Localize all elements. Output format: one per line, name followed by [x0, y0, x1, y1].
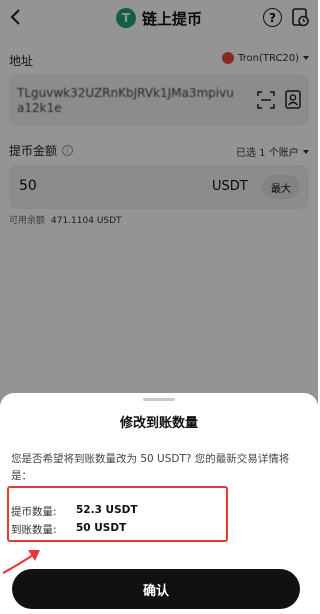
- bottom-sheet: 修改到账数量 您是否希望将到账数量改为 50 USDT? 您的最新交易详情将是：…: [0, 393, 318, 614]
- withdraw-amount-label: 提币数量:: [11, 506, 57, 518]
- received-amount-row: 到账数量: 50 USDT: [11, 522, 126, 537]
- confirm-button[interactable]: 确认: [12, 569, 300, 609]
- withdraw-amount-row: 提币数量: 52.3 USDT: [11, 504, 138, 519]
- drag-handle[interactable]: [143, 398, 175, 401]
- sheet-message: 您是否希望将到账数量改为 50 USDT? 您的最新交易详情将是：: [11, 453, 290, 482]
- received-amount-label: 到账数量:: [11, 524, 57, 536]
- received-amount-value: 50 USDT: [76, 522, 127, 534]
- withdraw-amount-value: 52.3 USDT: [76, 504, 138, 516]
- sheet-title: 修改到账数量: [119, 416, 198, 431]
